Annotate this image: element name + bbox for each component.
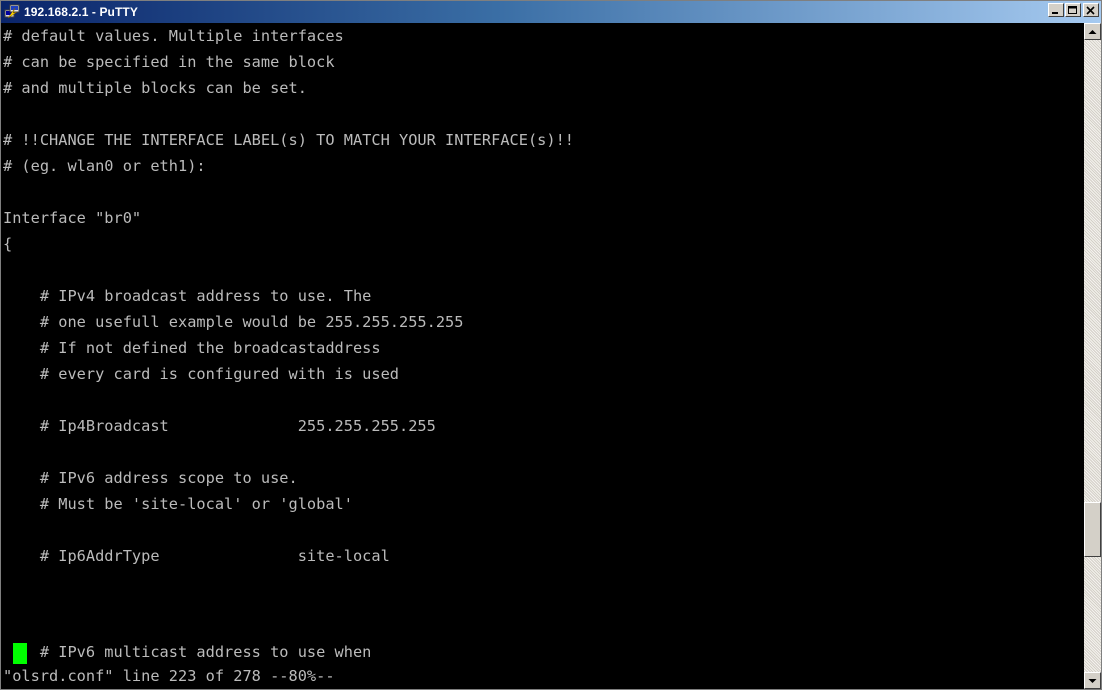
status-line: "olsrd.conf" line 223 of 278 --80%--	[3, 667, 335, 685]
terminal-line: # Ip4Broadcast 255.255.255.255	[3, 417, 436, 435]
scroll-down-button[interactable]	[1084, 672, 1101, 689]
arrow-down-icon	[1088, 678, 1097, 683]
window-controls	[1047, 3, 1099, 17]
arrow-up-icon	[1088, 29, 1097, 34]
scroll-thumb[interactable]	[1084, 501, 1101, 557]
terminal-line: Interface "br0"	[3, 209, 142, 227]
close-button[interactable]	[1083, 3, 1099, 17]
terminal-line: # default values. Multiple interfaces	[3, 27, 344, 45]
title-bar[interactable]: 192.168.2.1 - PuTTY	[1, 1, 1101, 23]
terminal-screen[interactable]: # default values. Multiple interfaces # …	[1, 23, 1084, 689]
putty-icon	[4, 4, 20, 19]
putty-window: 192.168.2.1 - PuTTY # default values. Mu…	[0, 0, 1102, 690]
terminal-line: # IPv6 multicast address to use when	[3, 643, 372, 661]
maximize-button[interactable]	[1065, 3, 1081, 17]
minimize-button[interactable]	[1048, 3, 1064, 17]
terminal-line: {	[3, 235, 13, 253]
terminal-line: # one usefull example would be 255.255.2…	[3, 313, 464, 331]
terminal-line: # If not defined the broadcastaddress	[3, 339, 381, 357]
terminal-line: # (eg. wlan0 or eth1):	[3, 157, 206, 175]
minimize-icon	[1052, 11, 1058, 14]
terminal-line: # can be specified in the same block	[3, 53, 335, 71]
terminal-line: # IPv6 address scope to use.	[3, 469, 298, 487]
window-title: 192.168.2.1 - PuTTY	[24, 5, 138, 19]
scroll-up-button[interactable]	[1084, 23, 1101, 40]
terminal-line: # every card is configured with is used	[3, 365, 400, 383]
terminal-line: # !!CHANGE THE INTERFACE LABEL(s) TO MAT…	[3, 131, 574, 149]
terminal-line: # IPv4 broadcast address to use. The	[3, 287, 372, 305]
close-icon	[1086, 5, 1095, 15]
terminal-line: # Must be 'site-local' or 'global'	[3, 495, 353, 513]
terminal-line: # Ip6AddrType site-local	[3, 547, 390, 565]
terminal-line: # and multiple blocks can be set.	[3, 79, 307, 97]
vertical-scrollbar[interactable]	[1084, 23, 1101, 689]
maximize-icon	[1068, 5, 1077, 14]
